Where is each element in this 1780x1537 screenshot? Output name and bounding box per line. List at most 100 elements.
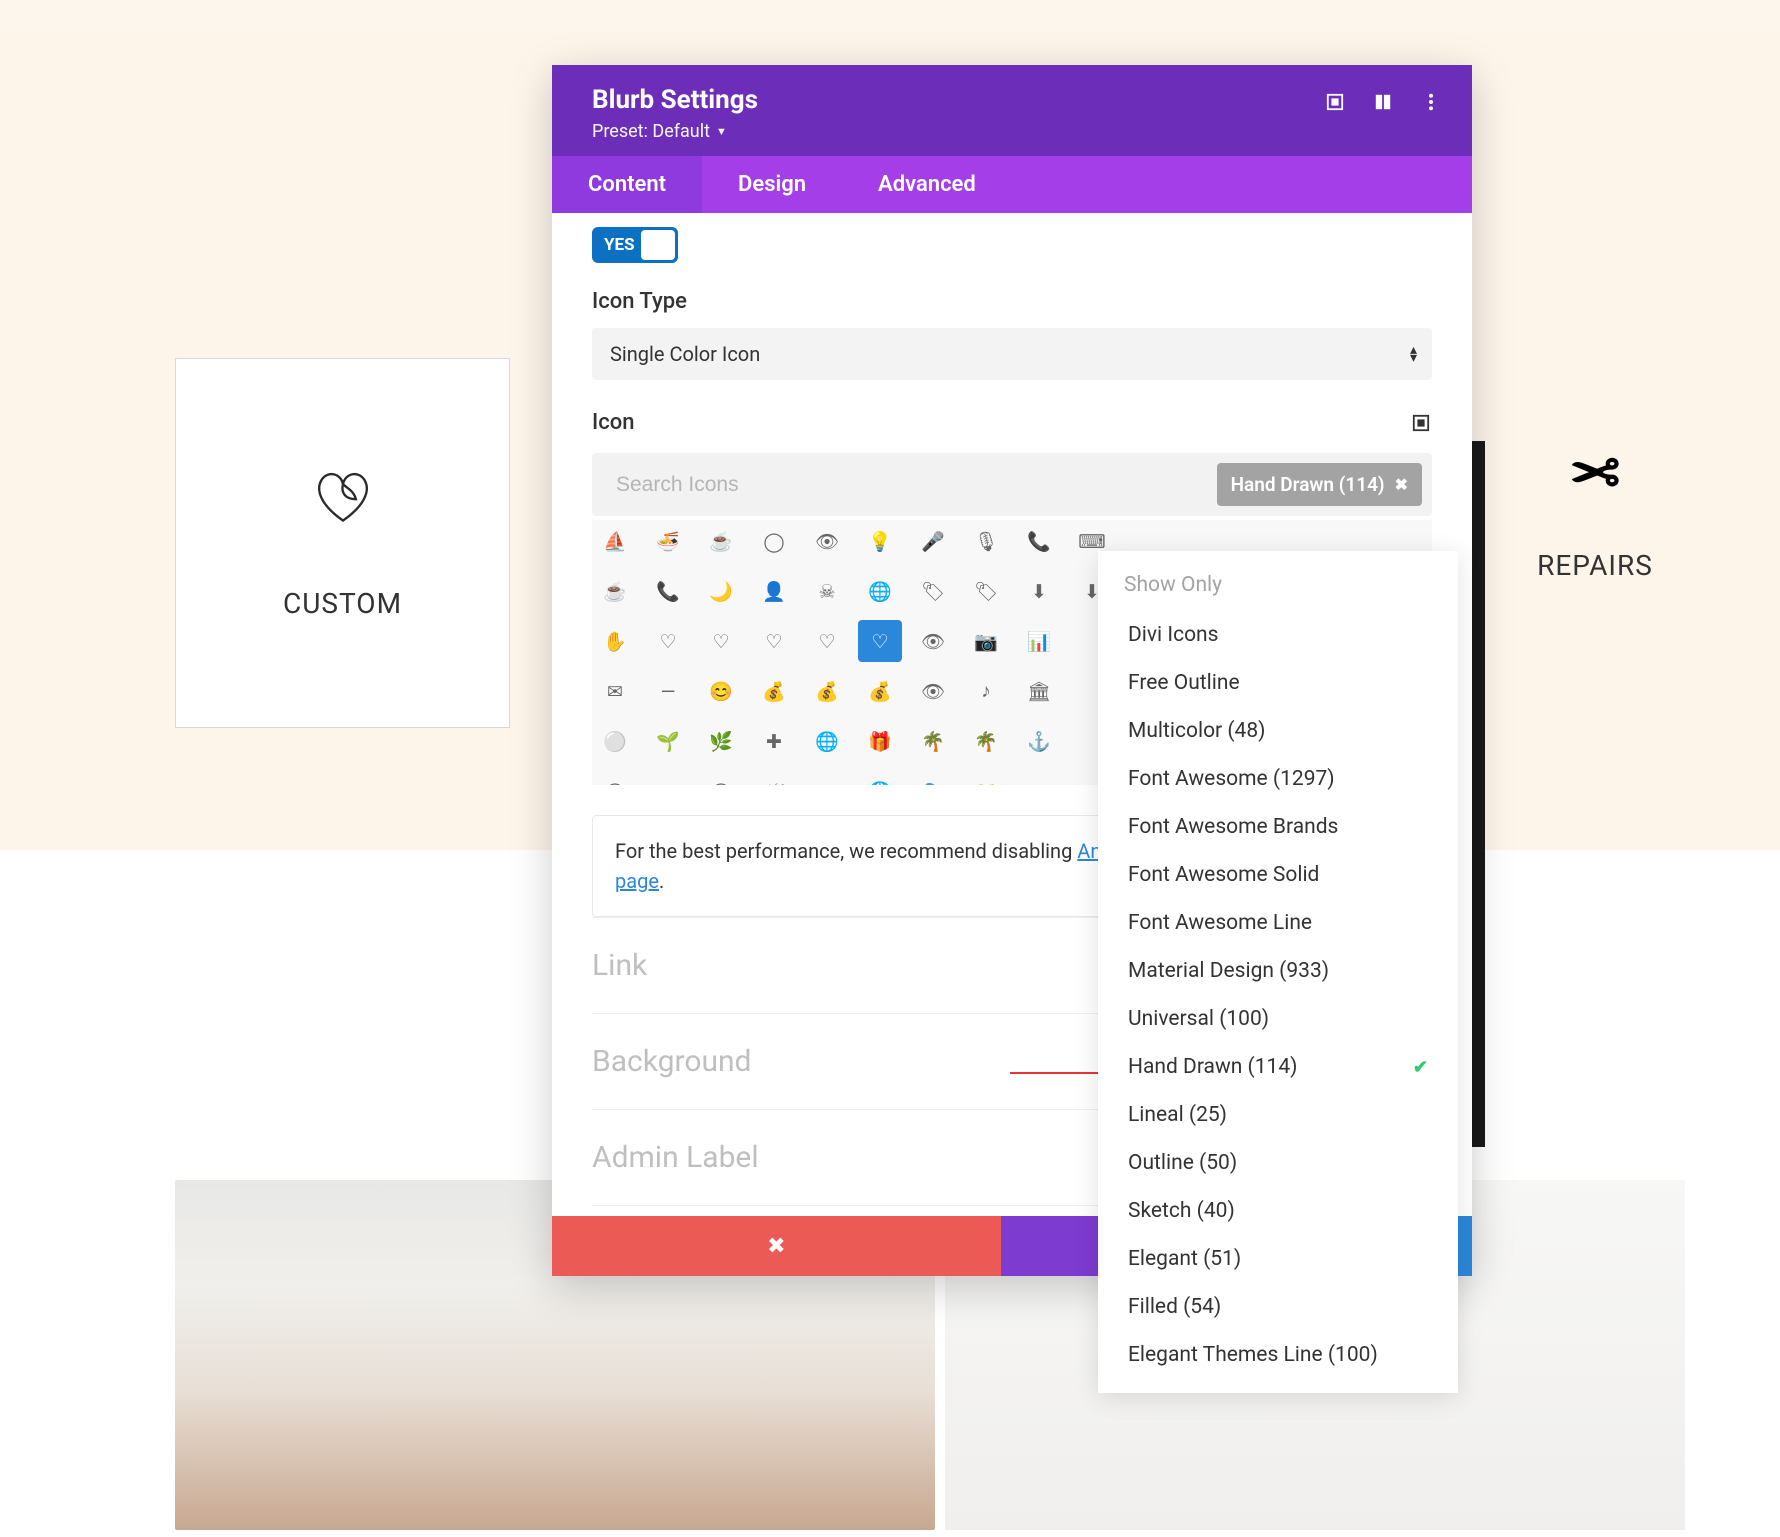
use-icon-toggle[interactable]: YES (592, 227, 678, 263)
icon-option[interactable]: ☕ (708, 528, 734, 554)
dropdown-item[interactable]: Filled (54) (1098, 1283, 1458, 1331)
icon-option[interactable]: 🌐 (814, 728, 840, 754)
icon-option[interactable]: ◐ (655, 778, 681, 785)
heart-leaf-icon (308, 467, 378, 527)
icon-option[interactable]: 🎤 (920, 528, 946, 554)
icon-option[interactable]: 🌱 (655, 728, 681, 754)
dropdown-item-label: Font Awesome Brands (1128, 815, 1338, 839)
icon-option[interactable]: 🎭 (920, 778, 946, 785)
dropdown-item[interactable]: Multicolor (48) (1098, 707, 1458, 755)
dropdown-item[interactable]: Free Outline (1098, 659, 1458, 707)
icon-option[interactable]: ⬇ (1026, 578, 1052, 604)
dropdown-item-label: Material Design (933) (1128, 959, 1329, 983)
close-icon[interactable]: ✖ (1395, 475, 1408, 494)
icon-option[interactable]: ◯ (761, 528, 787, 554)
cancel-button[interactable]: ✖ (552, 1216, 1001, 1276)
icon-option[interactable]: 💰 (761, 678, 787, 704)
dropdown-item[interactable]: Material Design (933) (1098, 947, 1458, 995)
icon-option[interactable]: 😊 (708, 678, 734, 704)
icon-option[interactable]: 📞 (655, 578, 681, 604)
icon-option[interactable]: 🍜 (655, 528, 681, 554)
icon-option[interactable]: 👁 (814, 528, 840, 554)
icon-option[interactable]: ♡ (655, 628, 681, 654)
icon-option[interactable]: 🌙 (708, 578, 734, 604)
icon-option[interactable]: 📷 (973, 628, 999, 654)
icon-option[interactable]: 📊 (1026, 628, 1052, 654)
icon-option[interactable]: ⛵ (602, 528, 628, 554)
icon-option[interactable]: 🎁 (867, 728, 893, 754)
icon-option[interactable]: ✉ (602, 678, 628, 704)
icon-option[interactable]: ✚ (761, 728, 787, 754)
dropdown-item-label: Lineal (25) (1128, 1103, 1227, 1127)
icon-option[interactable]: 👤 (761, 578, 787, 604)
check-icon: ✔ (1413, 1057, 1428, 1078)
dropdown-item[interactable]: Sketch (40) (1098, 1187, 1458, 1235)
dropdown-item-label: Outline (50) (1128, 1151, 1237, 1175)
icon-option[interactable]: 👁 (920, 628, 946, 654)
icon-label: Icon (592, 410, 634, 435)
modal-title: Blurb Settings (592, 85, 758, 115)
icon-option[interactable]: 💰 (867, 678, 893, 704)
icon-option[interactable]: ♡ (761, 628, 787, 654)
more-icon[interactable] (1420, 91, 1442, 113)
icon-option[interactable]: 🏷 (920, 578, 946, 604)
dropdown-item[interactable]: Outline (50) (1098, 1139, 1458, 1187)
icon-option[interactable]: ♪ (973, 678, 999, 704)
dropdown-item-label: Font Awesome (1297) (1128, 767, 1335, 791)
icon-option[interactable]: ◯ (602, 778, 628, 785)
icon-option[interactable]: 👁 (920, 678, 946, 704)
filter-chip[interactable]: Hand Drawn (114) ✖ (1217, 463, 1422, 506)
dropdown-item[interactable]: Elegant Themes Line (100) (1098, 1331, 1458, 1379)
dropdown-item-label: Filled (54) (1128, 1295, 1221, 1319)
icon-option[interactable]: 🏛 (1026, 678, 1052, 704)
icon-option[interactable]: — (655, 678, 681, 704)
dropdown-item[interactable]: Font Awesome (1297) (1098, 755, 1458, 803)
tab-design[interactable]: Design (702, 156, 842, 213)
icon-option[interactable]: ♡ (708, 628, 734, 654)
icon-option[interactable]: 🌴 (920, 728, 946, 754)
icon-option[interactable]: ◯ (708, 778, 734, 785)
card-repairs: ✂ REPAIRS (1505, 358, 1685, 728)
icon-option[interactable]: ♡ (814, 628, 840, 654)
tab-content[interactable]: Content (552, 156, 702, 213)
icon-option[interactable]: 🎙 (973, 528, 999, 554)
layout-icon[interactable] (1372, 91, 1394, 113)
dropdown-item[interactable]: Lineal (25) (1098, 1091, 1458, 1139)
icon-option[interactable]: 🌐 (867, 778, 893, 785)
icon-option[interactable]: 💰 (814, 678, 840, 704)
icon-type-select[interactable]: Single Color Icon ▴▾ (592, 328, 1432, 380)
icon-option[interactable]: 🌴 (973, 728, 999, 754)
close-icon: ✖ (767, 1234, 785, 1259)
icon-option[interactable]: ☠ (814, 578, 840, 604)
dropdown-item[interactable]: Font Awesome Brands (1098, 803, 1458, 851)
icon-expand-icon[interactable] (1410, 412, 1432, 434)
dropdown-item[interactable]: Divi Icons (1098, 611, 1458, 659)
dropdown-item-label: Elegant Themes Line (100) (1128, 1343, 1378, 1367)
icon-option[interactable]: ☕ (602, 578, 628, 604)
icon-option[interactable]: 💡 (867, 528, 893, 554)
icon-option[interactable]: ✋ (602, 628, 628, 654)
dropdown-item[interactable]: Font Awesome Solid (1098, 851, 1458, 899)
dropdown-item[interactable]: Elegant (51) (1098, 1235, 1458, 1283)
preset-selector[interactable]: Preset: Default ▼ (592, 121, 758, 142)
dropdown-item[interactable]: Font Awesome Line (1098, 899, 1458, 947)
dropdown-item[interactable]: Universal (100) (1098, 995, 1458, 1043)
icon-option[interactable]: ⬚ (1026, 778, 1052, 785)
icon-option[interactable]: ⚪ (602, 728, 628, 754)
dropdown-item-label: Free Outline (1128, 671, 1240, 695)
expand-icon[interactable] (1324, 91, 1346, 113)
icon-option[interactable]: ⚓ (1026, 728, 1052, 754)
icon-option[interactable]: 🌐 (867, 578, 893, 604)
icon-option[interactable]: ◇ (814, 778, 840, 785)
tab-advanced[interactable]: Advanced (842, 156, 1012, 213)
icon-option[interactable]: ♡ (858, 620, 902, 662)
icon-search-input[interactable] (616, 473, 1217, 497)
icon-option[interactable]: 🌿 (708, 728, 734, 754)
dropdown-item-label: Elegant (51) (1128, 1247, 1241, 1271)
icon-option[interactable]: 📞 (1026, 528, 1052, 554)
icon-option[interactable]: 📁 (973, 778, 999, 785)
icon-option[interactable]: 🦋 (761, 778, 787, 785)
toggle-yes-label: YES (604, 235, 635, 255)
icon-option[interactable]: 🏷 (973, 578, 999, 604)
dropdown-item[interactable]: Hand Drawn (114)✔ (1098, 1043, 1458, 1091)
